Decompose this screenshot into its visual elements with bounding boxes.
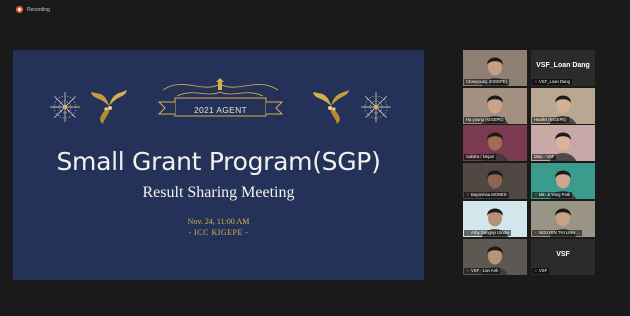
participant-name: Arby Dangsyi Utomo: [471, 230, 510, 235]
participant-name-label: ✕ Arby Dangsyi Utomo: [464, 230, 512, 236]
title-banner: 2021 AGENT: [153, 78, 288, 124]
shared-screen-slide: 2021 AGENT Small Grant Program(SGP) Resu…: [13, 50, 424, 280]
slide-subtitle: Result Sharing Meeting: [142, 184, 295, 201]
participant-tile[interactable]: Heallet (KIGEPE): [531, 88, 595, 124]
participant-name-label: ✕ VSF - Lan Anh: [464, 268, 501, 274]
mic-muted-icon: ✕: [534, 230, 538, 235]
banner-ornament-icon: [157, 78, 284, 117]
participant-name: Diep - VSF: [534, 154, 555, 159]
mic-muted-icon: ✕: [466, 230, 470, 235]
participant-name: Heallet (KIGEPE): [534, 117, 567, 122]
record-icon: [16, 6, 23, 13]
participant-tile[interactable]: Diep - VSF: [531, 125, 595, 161]
slide-date: Nov. 24, 11:00 AM: [187, 217, 250, 226]
participant-tile[interactable]: ✕ NGUYEN THI LINH ...: [531, 201, 595, 237]
holly-leaves-icon: [91, 90, 127, 124]
participant-name: VSF: [539, 268, 548, 273]
participant-tile[interactable]: ✕ Bayarmaa MONES: [463, 163, 527, 199]
holly-leaves-icon: [313, 90, 349, 124]
recording-indicator: Recording: [16, 6, 50, 13]
participant-tile[interactable]: VSF_Loan Dang ✕ VSF_Loan Dang: [531, 50, 595, 86]
mic-muted-icon: ✕: [534, 192, 538, 197]
snowflake-icon: [361, 92, 391, 122]
participant-tile[interactable]: ✕ Arby Dangsyi Utomo: [463, 201, 527, 237]
participant-name: VSF_Loan Dang: [539, 79, 570, 84]
participant-name-label: Sabitra / Nepal: [464, 154, 496, 160]
participant-display-name: VSF: [556, 251, 570, 258]
participant-tile[interactable]: ✕ VSF - Lan Anh: [463, 239, 527, 275]
participant-name-label: ✕ NGUYEN THI LINH ...: [532, 230, 583, 236]
participant-tile[interactable]: Chaeyoung (KIGEPE): [463, 50, 527, 86]
participant-tile[interactable]: VSF ✕ VSF: [531, 239, 595, 275]
participant-name-label: Ha young (KIGEPE): [464, 117, 506, 123]
participant-name-label: ✕ VSF: [532, 268, 550, 274]
participant-name: Chaeyoung (KIGEPE): [466, 79, 507, 84]
participant-name-label: Chaeyoung (KIGEPE): [464, 79, 509, 85]
slide-title: Small Grant Program(SGP): [56, 147, 381, 176]
participant-tile[interactable]: ✕ Min Ji Yang Park: [531, 163, 595, 199]
participant-name: Bayarmaa MONES: [471, 192, 507, 197]
participant-name: VSF - Lan Anh: [471, 268, 499, 273]
recording-label: Recording: [27, 6, 50, 13]
participant-tile[interactable]: Ha young (KIGEPE): [463, 88, 527, 124]
participant-name-label: ✕ VSF_Loan Dang: [532, 79, 572, 85]
snowflake-icon: [50, 92, 80, 122]
mic-muted-icon: ✕: [534, 79, 538, 84]
participant-name-label: Heallet (KIGEPE): [532, 117, 569, 123]
participant-name: Min Ji Yang Park: [539, 192, 571, 197]
participant-display-name: VSF_Loan Dang: [536, 62, 590, 69]
mic-muted-icon: ✕: [466, 268, 470, 273]
participant-name-label: Diep - VSF: [532, 154, 557, 160]
participant-name: Ha young (KIGEPE): [466, 117, 504, 122]
participant-name-label: ✕ Min Ji Yang Park: [532, 192, 573, 198]
participant-name-label: ✕ Bayarmaa MONES: [464, 192, 509, 198]
mic-muted-icon: ✕: [466, 192, 470, 197]
participant-name: NGUYEN THI LINH ...: [539, 230, 581, 235]
banner-text: 2021 AGENT: [193, 105, 248, 115]
slide-venue: - ICC KIGEPE -: [188, 228, 249, 237]
participant-tile[interactable]: Sabitra / Nepal: [463, 125, 527, 161]
participant-name: Sabitra / Nepal: [466, 154, 494, 159]
mic-muted-icon: ✕: [534, 268, 538, 273]
